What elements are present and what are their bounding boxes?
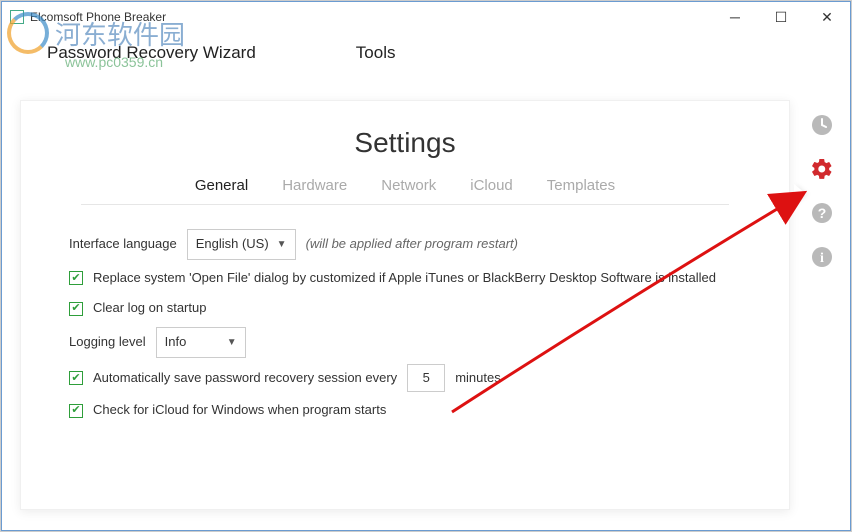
label-clear-log: Clear log on startup (93, 296, 206, 321)
row-language: Interface language English (US) ▼ (will … (69, 229, 741, 260)
select-logging-value: Info (165, 330, 187, 355)
app-icon (10, 10, 24, 24)
maximize-button[interactable]: ☐ (758, 3, 804, 31)
checkbox-replace-dialog[interactable]: ✔ (69, 271, 83, 285)
label-autosave-prefix: Automatically save password recovery ses… (93, 366, 397, 391)
svg-text:?: ? (818, 205, 827, 221)
select-logging-level[interactable]: Info ▼ (156, 327, 246, 358)
settings-tabs: General Hardware Network iCloud Template… (81, 177, 729, 205)
row-clear-log: ✔ Clear log on startup (69, 296, 741, 321)
language-hint: (will be applied after program restart) (306, 232, 518, 257)
row-check-icloud: ✔ Check for iCloud for Windows when prog… (69, 398, 741, 423)
chevron-down-icon: ▼ (277, 235, 287, 254)
settings-gear-icon[interactable] (809, 156, 835, 182)
close-button[interactable]: ✕ (804, 3, 850, 31)
history-icon[interactable] (809, 112, 835, 138)
tab-icloud[interactable]: iCloud (470, 177, 513, 194)
titlebar: Elcomsoft Phone Breaker ─ ☐ ✕ (2, 2, 850, 32)
menu-password-recovery[interactable]: Password Recovery Wizard (47, 43, 256, 63)
label-replace-dialog: Replace system 'Open File' dialog by cus… (93, 266, 716, 291)
svg-text:i: i (820, 251, 824, 266)
tab-network[interactable]: Network (381, 177, 436, 194)
window-title: Elcomsoft Phone Breaker (30, 10, 166, 24)
chevron-down-icon: ▼ (227, 333, 237, 352)
checkbox-clear-log[interactable]: ✔ (69, 302, 83, 316)
row-logging-level: Logging level Info ▼ (69, 327, 741, 358)
menu-tools[interactable]: Tools (356, 43, 396, 63)
help-icon[interactable]: ? (809, 200, 835, 226)
select-language-value: English (US) (196, 232, 269, 257)
tab-templates[interactable]: Templates (547, 177, 615, 194)
label-check-icloud: Check for iCloud for Windows when progra… (93, 398, 386, 423)
app-window: Elcomsoft Phone Breaker ─ ☐ ✕ Password R… (1, 1, 851, 531)
checkbox-check-icloud[interactable]: ✔ (69, 404, 83, 418)
label-language: Interface language (69, 232, 177, 257)
menubar: Password Recovery Wizard Tools (2, 32, 850, 74)
row-replace-dialog: ✔ Replace system 'Open File' dialog by c… (69, 266, 741, 291)
info-icon[interactable]: i (809, 244, 835, 270)
page-title: Settings (21, 127, 789, 159)
input-autosave-minutes[interactable]: 5 (407, 364, 445, 393)
settings-body: Interface language English (US) ▼ (will … (21, 205, 789, 423)
checkbox-autosave[interactable]: ✔ (69, 371, 83, 385)
label-logging: Logging level (69, 330, 146, 355)
minimize-button[interactable]: ─ (712, 3, 758, 31)
row-autosave: ✔ Automatically save password recovery s… (69, 364, 741, 393)
right-sidebar: ? i (802, 112, 842, 270)
tab-hardware[interactable]: Hardware (282, 177, 347, 194)
settings-panel: Settings General Hardware Network iCloud… (20, 100, 790, 510)
tab-general[interactable]: General (195, 177, 248, 194)
label-autosave-suffix: minutes (455, 366, 501, 391)
select-language[interactable]: English (US) ▼ (187, 229, 296, 260)
